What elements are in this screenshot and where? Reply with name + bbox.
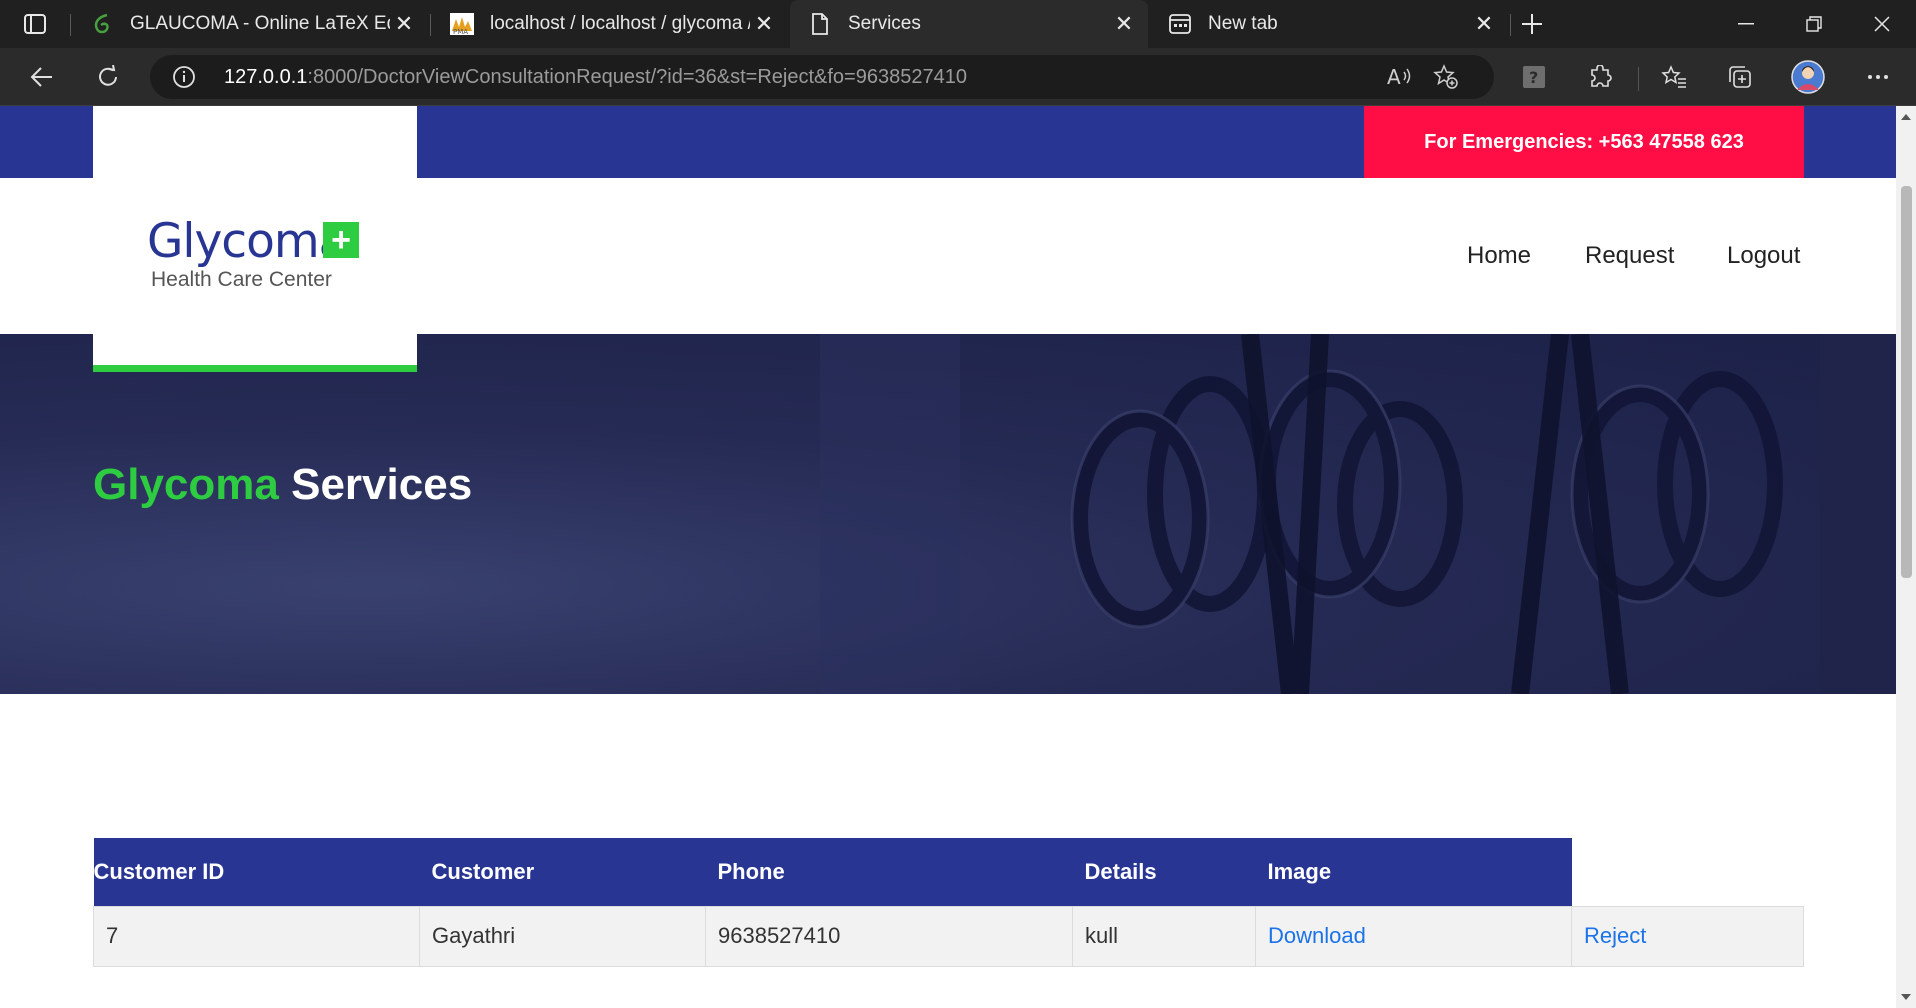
toolbar-divider: [1638, 67, 1639, 91]
close-tab-icon[interactable]: ✕: [390, 10, 418, 38]
newtab-icon: [1168, 12, 1192, 36]
site-info-icon[interactable]: [172, 65, 196, 89]
page-title-brand: Glycoma: [93, 460, 279, 509]
web-page: For Emergencies: +563 47558 623 Home Req…: [0, 106, 1896, 1008]
cell-customer: Gayathri: [419, 905, 706, 967]
cell-phone: 9638527410: [705, 905, 1073, 967]
browser-tab-bar: GLAUCOMA - Online LaTeX Editor ✕ PMA loc…: [0, 0, 1916, 48]
url-host: 127.0.0.1: [224, 66, 308, 88]
browser-toolbar: 127.0.0.1:8000/DoctorViewConsultationReq…: [0, 48, 1916, 106]
cell-details: kull: [1072, 905, 1256, 967]
tab-phpmyadmin[interactable]: PMA localhost / localhost / glycoma / ✕: [432, 0, 788, 48]
back-icon[interactable]: [22, 57, 62, 97]
nav-request[interactable]: Request: [1585, 242, 1674, 270]
col-details: Details: [1072, 838, 1256, 906]
logo-plus-icon: +: [323, 221, 359, 259]
add-favorite-icon[interactable]: [1426, 57, 1466, 97]
restore-icon[interactable]: [1780, 0, 1848, 48]
cell-customer-id: 7: [93, 905, 420, 967]
more-menu-icon[interactable]: [1858, 57, 1898, 97]
cell-action: Reject: [1571, 905, 1804, 967]
scroll-down-icon[interactable]: [1900, 992, 1912, 1002]
close-tab-icon[interactable]: ✕: [750, 10, 778, 38]
nav-home[interactable]: Home: [1467, 242, 1531, 270]
tab-title: GLAUCOMA - Online LaTeX Editor: [130, 13, 390, 34]
table-header-row: Customer ID Customer Phone Details Image: [93, 838, 1804, 906]
tab-services[interactable]: Services ✕: [790, 0, 1148, 48]
col-image: Image: [1255, 838, 1572, 906]
address-bar[interactable]: 127.0.0.1:8000/DoctorViewConsultationReq…: [150, 55, 1494, 99]
col-customer-id: Customer ID: [93, 838, 420, 906]
collections-icon[interactable]: [1720, 57, 1760, 97]
refresh-icon[interactable]: [88, 57, 128, 97]
nav-logout[interactable]: Logout: [1727, 242, 1800, 270]
minimize-icon[interactable]: [1712, 0, 1780, 48]
extension-help-icon[interactable]: ?: [1514, 57, 1554, 97]
surgical-tools-image: [0, 334, 1896, 694]
page-icon: [808, 12, 832, 36]
svg-text:PMA: PMA: [453, 28, 468, 35]
close-window-icon[interactable]: [1848, 0, 1916, 48]
page-title-text: Services: [291, 460, 473, 509]
close-tab-icon[interactable]: ✕: [1470, 10, 1498, 38]
overleaf-icon: [90, 12, 114, 36]
col-customer: Customer: [419, 838, 706, 906]
profile-avatar[interactable]: [1788, 57, 1828, 97]
url-path: :8000/DoctorViewConsultationRequest/?id=…: [307, 66, 967, 88]
svg-text:A: A: [1387, 66, 1401, 88]
page-title: Glycoma Services: [93, 460, 472, 510]
logo-name: Glycoma: [147, 214, 347, 269]
consultation-table: Customer ID Customer Phone Details Image…: [93, 838, 1804, 967]
svg-text:?: ?: [1529, 68, 1538, 87]
tab-new-tab[interactable]: New tab ✕: [1150, 0, 1508, 48]
tab-title: New tab: [1208, 13, 1278, 34]
tab-title: Services: [848, 13, 921, 34]
col-phone: Phone: [705, 838, 1073, 906]
table-row: 7 Gayathri 9638527410 kull Download Reje…: [93, 905, 1804, 967]
read-aloud-icon[interactable]: A: [1380, 57, 1420, 97]
reject-link[interactable]: Reject: [1584, 923, 1646, 948]
emergency-banner: For Emergencies: +563 47558 623: [1364, 106, 1804, 178]
site-logo[interactable]: Glycoma + Health Care Center: [93, 106, 417, 372]
page-scrollbar[interactable]: [1896, 106, 1916, 1008]
col-action: [1571, 838, 1804, 906]
download-link[interactable]: Download: [1268, 923, 1366, 948]
hero-banner: Glycoma Services: [0, 334, 1896, 694]
tab-title: localhost / localhost / glycoma /: [490, 13, 750, 34]
cell-image: Download: [1255, 905, 1572, 967]
phpmyadmin-icon: PMA: [450, 12, 474, 36]
logo-subtitle: Health Care Center: [151, 268, 332, 291]
new-tab-plus-icon[interactable]: [1512, 4, 1552, 44]
scrollbar-thumb[interactable]: [1901, 186, 1912, 578]
tab-actions-icon[interactable]: [22, 12, 48, 36]
tab-overleaf[interactable]: GLAUCOMA - Online LaTeX Editor ✕: [72, 0, 428, 48]
scroll-up-icon[interactable]: [1900, 112, 1912, 122]
favorites-icon[interactable]: [1654, 57, 1694, 97]
url-text[interactable]: 127.0.0.1:8000/DoctorViewConsultationReq…: [224, 66, 967, 89]
close-tab-icon[interactable]: ✕: [1110, 10, 1138, 38]
extensions-icon[interactable]: [1580, 57, 1620, 97]
